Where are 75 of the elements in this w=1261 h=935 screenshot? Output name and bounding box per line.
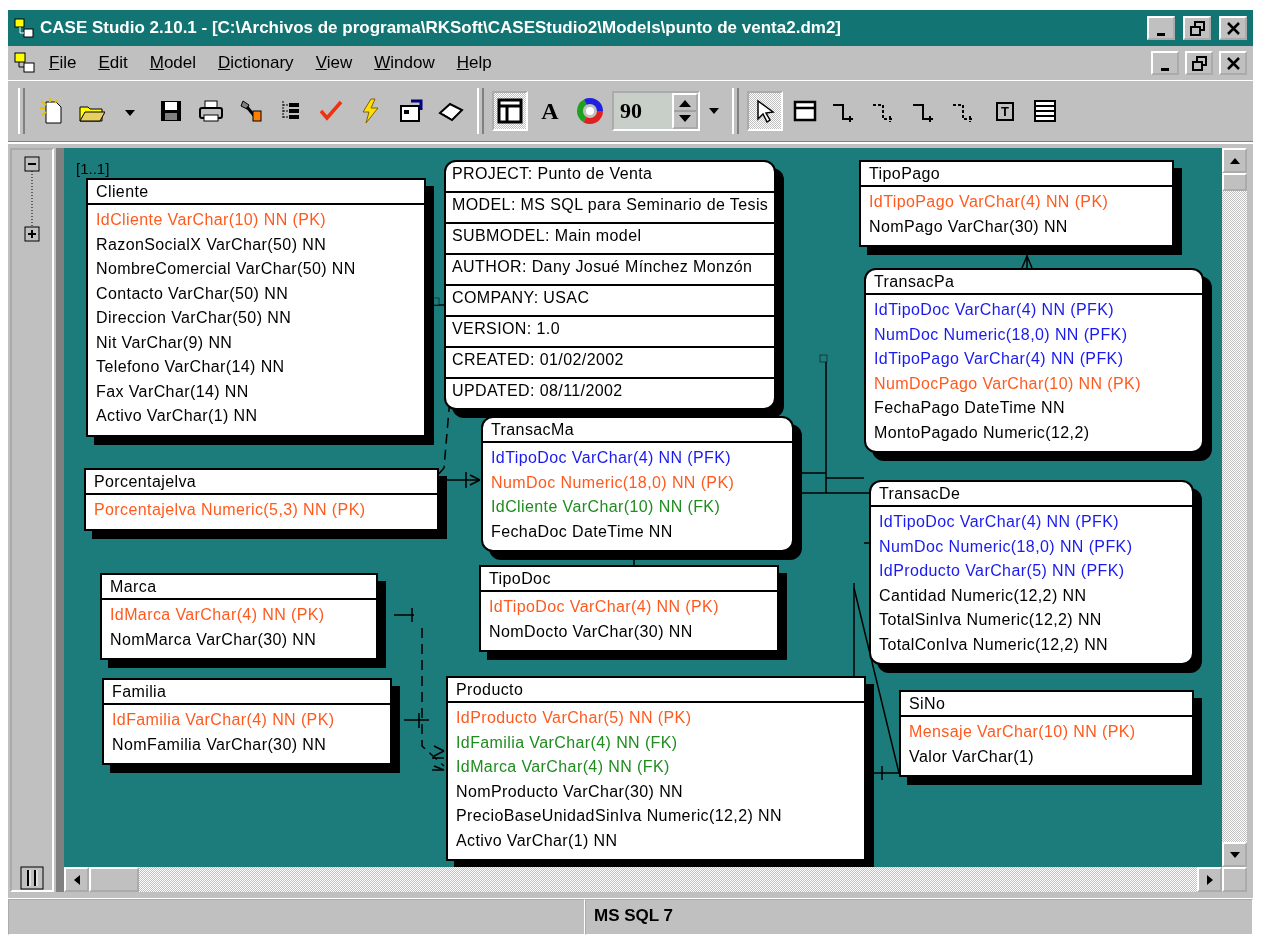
column-definition: IdCliente VarChar(10) NN (FK) [491,497,722,517]
column-definition: NumDoc Numeric(18,0) NN (PK) [491,472,736,493]
menu-item[interactable]: View [306,51,362,75]
column-definition: FechaPago DateTime NN [874,398,1066,418]
info-row: PROJECT: Punto de Venta [446,162,775,193]
column-definition: IdTipoPago VarChar(4) NN (PK) [869,192,1110,212]
info-row-text: UPDATED: 08/11/2002 [451,381,624,401]
menu-item[interactable]: Edit [89,51,137,75]
column-definition: IdTipoDoc VarChar(4) NN (PFK) [879,512,1121,532]
font-button[interactable]: A [532,91,568,131]
column-definition: Porcentajelva Numeric(5,3) NN (PK) [94,500,367,520]
column-definition: IdMarca VarChar(4) NN (FK) [456,757,671,777]
column-definition: TotalSinIva Numeric(12,2) NN [879,610,1103,630]
column-definition: Mensaje VarChar(10) NN (PK) [909,722,1137,742]
column-definition: MontoPagado Numeric(12,2) [874,422,1091,443]
column-definition: NomMarca VarChar(30) NN [110,629,318,650]
column-definition: IdFamilia VarChar(4) NN (FK) [456,732,679,753]
entity-title: Porcentajelva [86,470,437,495]
column-definition: IdTipoDoc VarChar(4) NN (PFK) [491,448,733,468]
column-definition: IdMarca VarChar(4) NN (PK) [110,605,326,625]
info-row: COMPANY: USAC [446,286,775,317]
entity-title: SiNo [901,692,1192,717]
entity-title: TransacMa [483,418,792,443]
column-definition: NumDoc Numeric(18,0) NN (PFK) [874,324,1129,345]
column-definition: Contacto VarChar(50) NN [96,283,290,304]
column-definition: IdFamilia VarChar(4) NN (PK) [112,710,336,730]
info-row: VERSION: 1.0 [446,317,775,348]
column-definition: NomPago VarChar(30) NN [869,216,1069,237]
column-definition: Valor VarChar(1) [909,746,1035,767]
entity-title: TipoPago [861,162,1172,187]
column-definition: Fax VarChar(14) NN [96,381,250,402]
column-definition: PrecioBaseUnidadSinIva Numeric(12,2) NN [456,806,783,826]
entity-title: TransacDe [871,482,1192,507]
column-definition: IdCliente VarChar(10) NN (PK) [96,210,328,230]
entity-title: Marca [102,575,376,600]
info-row: MODEL: MS SQL para Seminario de Tesis [446,193,775,224]
column-definition: NumDoc Numeric(18,0) NN (PFK) [879,536,1134,557]
status-text: MS SQL 7 [585,899,1253,935]
column-definition: Telefono VarChar(14) NN [96,357,286,377]
column-definition: IdTipoPago VarChar(4) NN (PFK) [874,349,1125,369]
column-definition: IdProducto VarChar(5) NN (PFK) [879,561,1126,581]
column-definition: NomFamilia VarChar(30) NN [112,734,328,755]
info-row: CREATED: 01/02/2002 [446,348,775,379]
column-definition: Direccion VarChar(50) NN [96,308,293,328]
zoom-field[interactable]: 90 [612,91,700,131]
info-row: SUBMODEL: Main model [446,224,775,255]
menu-item[interactable]: Help [447,51,501,75]
menu-item[interactable]: Window [365,51,444,75]
window-title: CASE Studio 2.10.1 - [C:\Archivos de programa\RKSoft\CASEStudio2\Models\punto de venta2.dm2] [40,18,842,38]
menu-item[interactable]: File [40,51,86,75]
text-tool[interactable]: T [987,91,1023,131]
column-definition: IdTipoDoc VarChar(4) NN (PK) [489,597,720,617]
column-definition: NomProducto VarChar(30) NN [456,781,685,802]
cardinality-label: [1..1] [76,160,110,177]
zoom-value[interactable]: 90 [618,97,672,125]
column-definition: IdTipoDoc VarChar(4) NN (PFK) [874,300,1116,320]
column-definition: NomDocto VarChar(30) NN [489,621,694,642]
entity-title: TransacPa [866,270,1202,295]
entity-title: Familia [104,680,390,705]
entity-title: Cliente [88,180,424,205]
column-definition: IdProducto VarChar(5) NN (PK) [456,708,693,728]
column-definition: Cantidad Numeric(12,2) NN [879,585,1088,606]
column-definition: RazonSocialX VarChar(50) NN [96,234,328,255]
column-definition: Nit VarChar(9) NN [96,332,234,353]
info-row: AUTHOR: Dany Josué Mínchez Monzón [446,255,775,286]
column-definition: FechaDoc DateTime NN [491,521,674,542]
entity-title: Producto [448,678,864,703]
column-definition: Activo VarChar(1) NN [456,830,619,851]
entity-title: TipoDoc [481,567,777,592]
menu-item[interactable]: Model [140,51,206,75]
menu-item[interactable]: Dictionary [209,51,303,75]
column-definition: Activo VarChar(1) NN [96,406,259,426]
column-definition: TotalConIva Numeric(12,2) NN [879,634,1110,655]
column-definition: NumDocPago VarChar(10) NN (PK) [874,373,1142,394]
column-definition: NombreComercial VarChar(50) NN [96,259,357,279]
